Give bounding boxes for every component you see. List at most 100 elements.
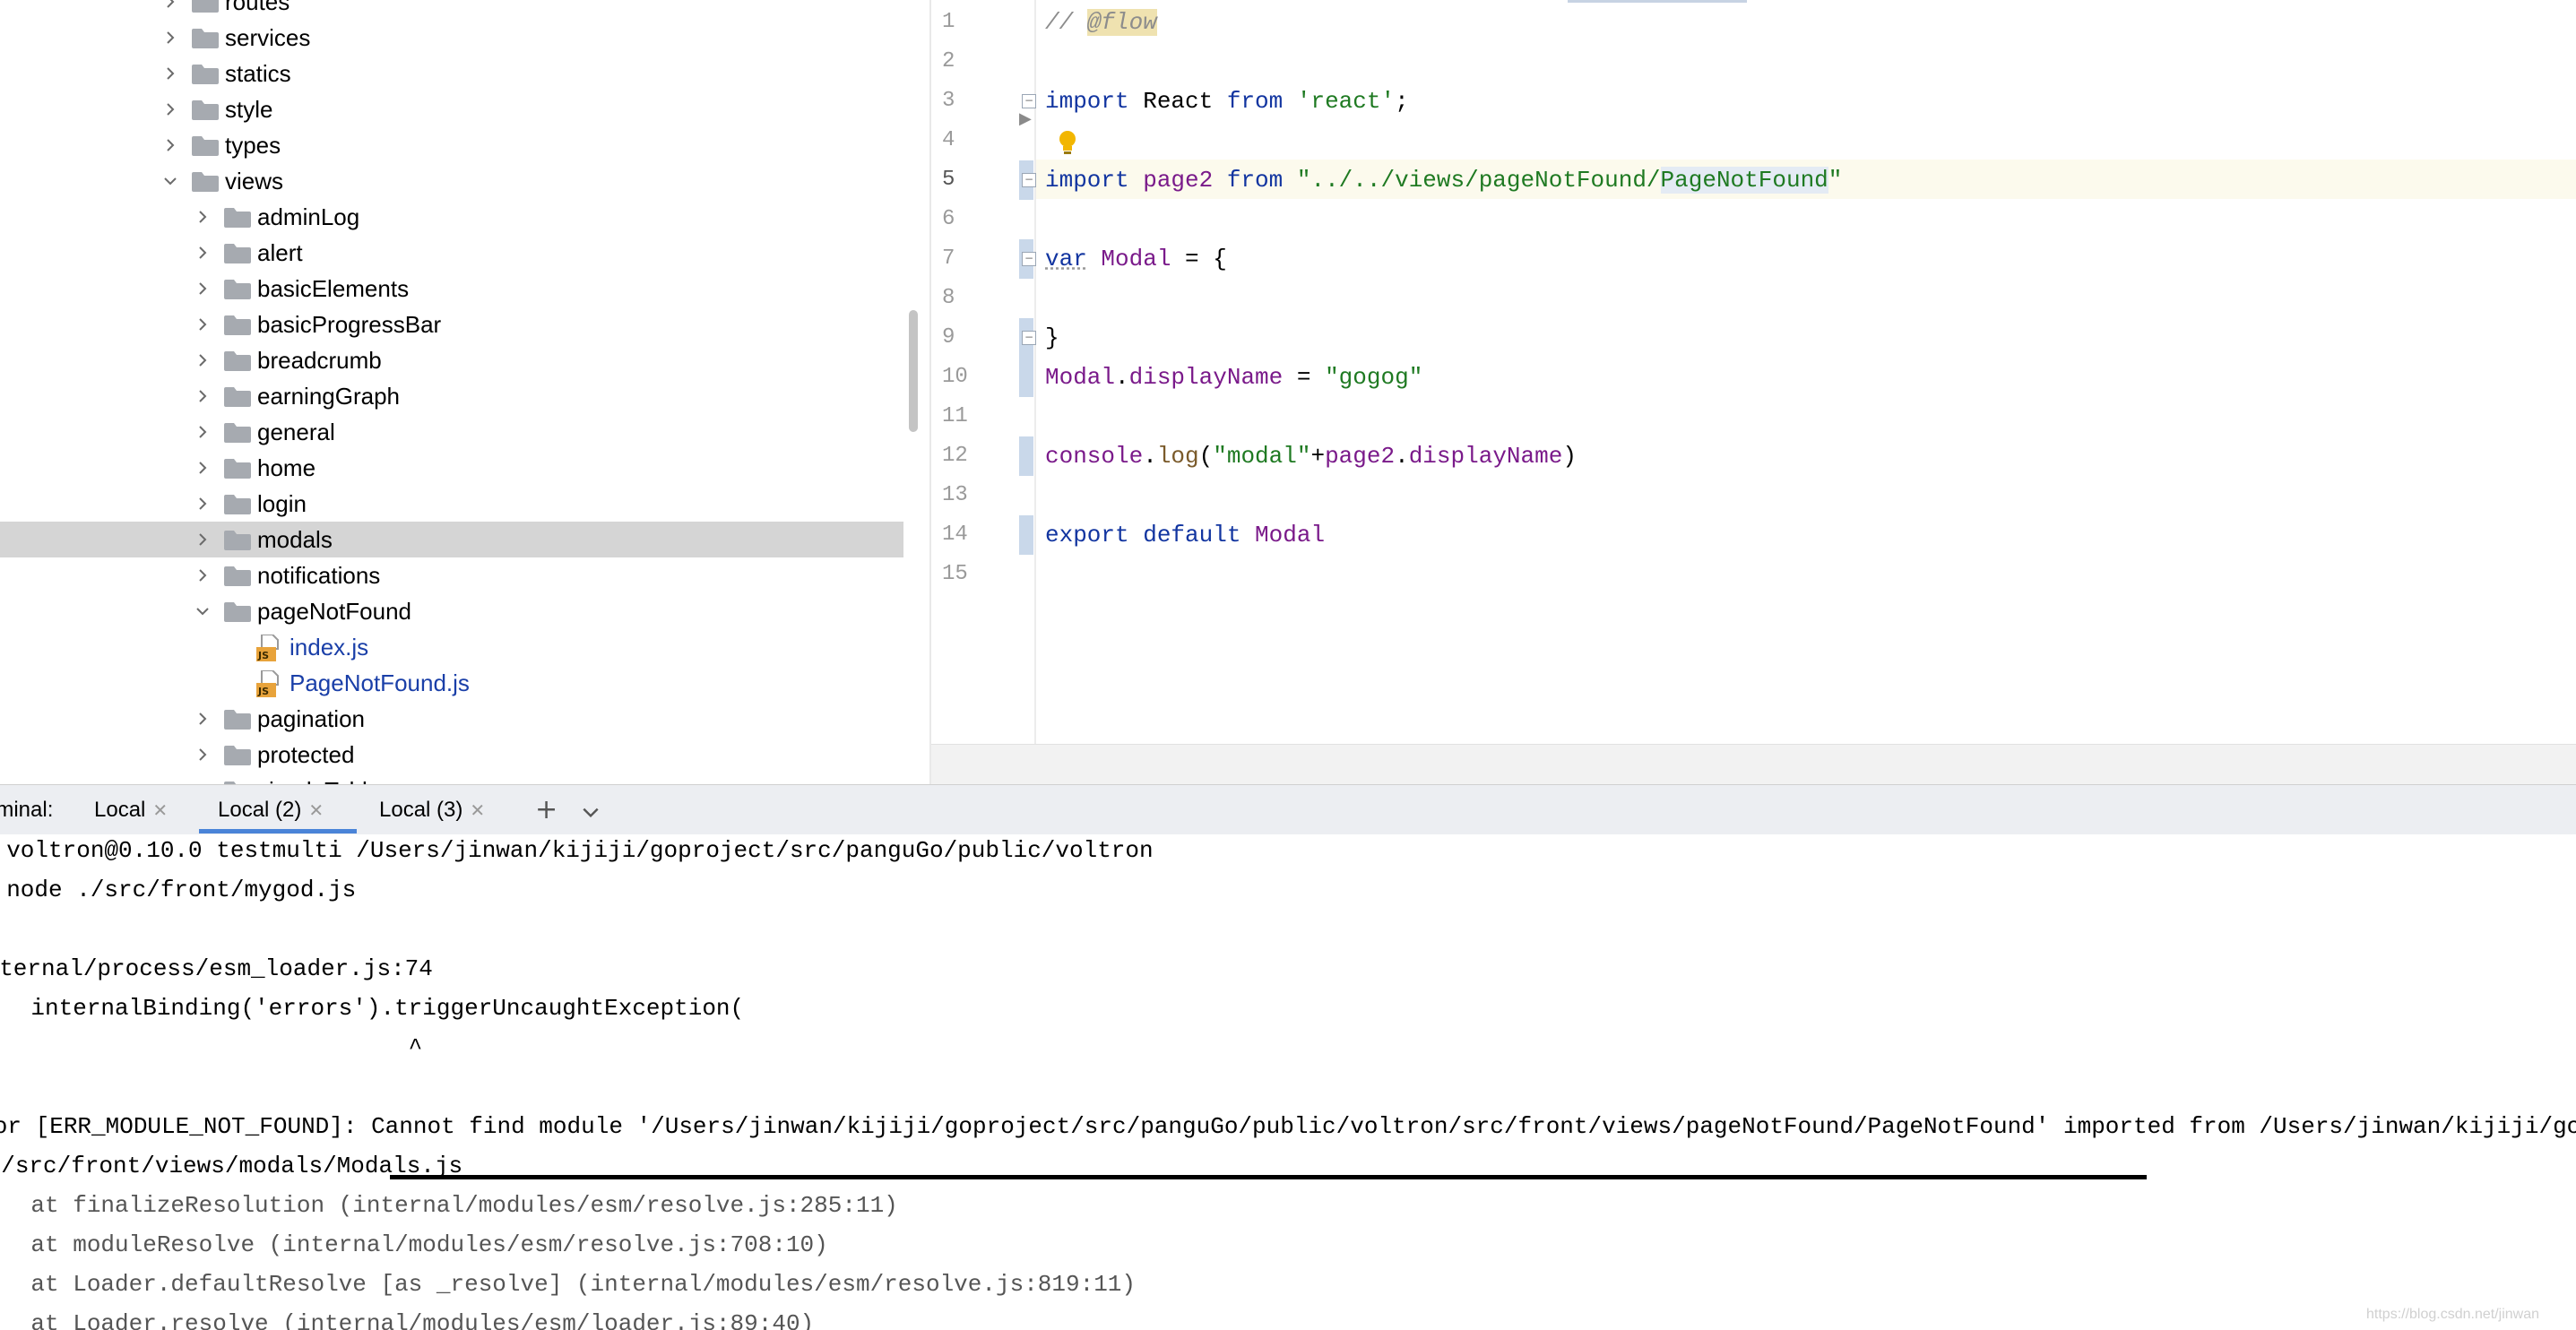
line-number: 1 <box>942 10 955 34</box>
tree-scrollbar[interactable] <box>909 310 918 432</box>
code-line-10[interactable]: Modal.displayName = "gogog" <box>1045 358 1422 397</box>
folder-icon <box>224 602 251 622</box>
tree-item[interactable]: statics <box>0 56 903 91</box>
tree-item[interactable]: protected <box>0 737 903 773</box>
tree-item[interactable]: types <box>0 127 903 163</box>
watermark: https://blog.csdn.net/jinwan <box>2366 1307 2540 1322</box>
code-line-1[interactable]: // @flow <box>1045 3 1157 42</box>
line-number: 2 <box>942 49 955 73</box>
tab-local-2[interactable]: Local (2) ✕ <box>218 785 324 834</box>
tree-item[interactable]: style <box>0 91 903 127</box>
new-tab-plus-icon[interactable]: + <box>535 785 558 834</box>
terminal-line: at Loader.defaultResolve [as _resolve] (… <box>0 1271 1137 1298</box>
chevron-right-icon[interactable] <box>160 56 181 91</box>
code-line-9[interactable]: } <box>1045 318 1059 358</box>
tree-item[interactable]: routes <box>0 0 903 20</box>
tree-item[interactable]: breadcrumb <box>0 342 903 378</box>
tree-item[interactable]: basicElements <box>0 271 903 307</box>
code-line-7[interactable]: var Modal = { <box>1045 239 1227 279</box>
dot: . <box>1143 443 1157 470</box>
annotation-underline <box>390 1175 2147 1179</box>
chevron-right-icon[interactable] <box>192 701 213 737</box>
change-marker[interactable] <box>1019 436 1033 476</box>
tree-item[interactable]: alert <box>0 235 903 271</box>
tree-item-label: modals <box>257 526 333 553</box>
chevron-right-icon[interactable] <box>192 307 213 342</box>
tree-item-label: home <box>257 454 316 481</box>
run-arrow-icon[interactable]: ▶ <box>1019 99 1032 139</box>
change-marker[interactable] <box>1019 515 1033 555</box>
tree-item[interactable]: login <box>0 486 903 522</box>
folder-icon <box>224 746 251 765</box>
tree-item[interactable]: adminLog <box>0 199 903 235</box>
lightbulb-icon[interactable] <box>1057 129 1078 158</box>
editor-gutter[interactable]: 1 2 3 4 5 6 7 8 9 10 11 12 13 14 15− − − − ▶ <box>931 0 1036 744</box>
tab-label: Local <box>94 798 146 822</box>
chevron-right-icon[interactable] <box>160 127 181 163</box>
chevron-right-icon[interactable] <box>192 773 213 784</box>
flow-annotation: @flow <box>1086 9 1157 36</box>
tree-item[interactable]: pageNotFound <box>0 593 903 629</box>
tree-item[interactable]: JS PageNotFound.js <box>0 665 903 701</box>
chevron-right-icon[interactable] <box>192 271 213 307</box>
chevron-right-icon[interactable] <box>192 414 213 450</box>
line-number: 10 <box>942 365 968 389</box>
folder-icon <box>192 0 219 13</box>
tree-item-label: style <box>225 96 273 123</box>
chevron-right-icon[interactable] <box>192 522 213 557</box>
chevron-right-icon[interactable] <box>192 486 213 522</box>
keyword-import: import <box>1045 88 1129 115</box>
tree-item-label: basicElements <box>257 275 410 302</box>
line-number: 12 <box>942 444 968 468</box>
string-literal: "gogog" <box>1325 364 1423 391</box>
semicolon: ; <box>1395 88 1409 115</box>
chevron-right-icon[interactable] <box>192 342 213 378</box>
close-icon[interactable]: ✕ <box>152 799 168 821</box>
code-line-14[interactable]: export default Modal <box>1045 515 1325 555</box>
chevron-right-icon[interactable] <box>192 235 213 271</box>
chevron-down-icon[interactable] <box>160 163 181 199</box>
code-line-5[interactable]: import page2 from "../../views/pageNotFo… <box>1045 160 1842 200</box>
chevron-right-icon[interactable] <box>192 199 213 235</box>
tree-item[interactable]: pagination <box>0 701 903 737</box>
tree-item[interactable]: basicProgressBar <box>0 307 903 342</box>
tree-item[interactable]: views <box>0 163 903 199</box>
chevron-right-icon[interactable] <box>160 20 181 56</box>
tree-item[interactable]: modals <box>0 522 903 557</box>
chevron-right-icon[interactable] <box>160 91 181 127</box>
chevron-right-icon[interactable] <box>192 557 213 593</box>
chevron-down-icon[interactable] <box>581 789 601 838</box>
close-icon[interactable]: ✕ <box>308 799 324 821</box>
tree-item[interactable]: simpleTables <box>0 773 903 784</box>
tab-label: Local (3) <box>379 798 463 822</box>
tree-item[interactable]: services <box>0 20 903 56</box>
method-log: log <box>1156 443 1199 470</box>
code-line-3[interactable]: import React from 'react'; <box>1045 82 1409 121</box>
editor-breadcrumb-bar <box>931 744 2576 785</box>
project-tree[interactable]: routes services statics style types views admi… <box>0 0 903 784</box>
identifier-modal: Modal <box>1240 522 1326 548</box>
chevron-right-icon[interactable] <box>192 450 213 486</box>
tree-item[interactable]: home <box>0 450 903 486</box>
tab-local-3[interactable]: Local (3) ✕ <box>379 785 485 834</box>
close-icon[interactable]: ✕ <box>470 799 485 821</box>
tree-item[interactable]: earningGraph <box>0 378 903 414</box>
chevron-right-icon[interactable] <box>192 737 213 773</box>
fold-icon[interactable]: − <box>1022 331 1036 345</box>
chevron-right-icon[interactable] <box>192 378 213 414</box>
tree-item[interactable]: JS index.js <box>0 629 903 665</box>
terminal-line: at Loader.resolve (internal/modules/esm/… <box>0 1310 815 1330</box>
chevron-right-icon[interactable] <box>160 0 181 20</box>
terminal-title: Terminal: <box>0 798 54 822</box>
code-line-12[interactable]: console.log("modal"+page2.displayName) <box>1045 436 1577 476</box>
terminal-output[interactable]: > voltron@0.10.0 testmulti /Users/jinwan… <box>0 834 2576 1330</box>
tab-local[interactable]: Local ✕ <box>94 785 168 834</box>
tree-item[interactable]: notifications <box>0 557 903 593</box>
change-marker[interactable] <box>1019 358 1033 397</box>
tree-item[interactable]: general <box>0 414 903 450</box>
chevron-down-icon[interactable] <box>192 593 213 629</box>
code-editor[interactable]: 1 2 3 4 5 6 7 8 9 10 11 12 13 14 15− − − − ▶ // @flow impo… <box>931 0 2576 785</box>
fold-icon[interactable]: − <box>1022 173 1036 187</box>
fold-icon[interactable]: − <box>1022 252 1036 266</box>
property-displayname: displayName <box>1408 443 1563 470</box>
